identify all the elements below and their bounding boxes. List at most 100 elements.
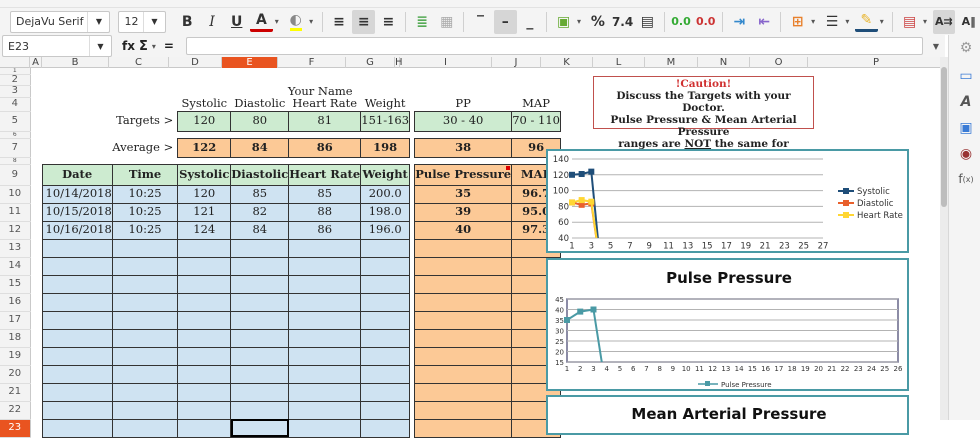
font-size-combo[interactable]: 12 ▼ bbox=[118, 10, 166, 33]
cell-d6[interactable] bbox=[178, 131, 231, 138]
chevron-down-icon[interactable]: ▼ bbox=[142, 11, 165, 32]
average-value[interactable]: 86 bbox=[288, 137, 362, 158]
empty-log-cell[interactable] bbox=[177, 238, 232, 258]
column-header-n[interactable]: N bbox=[698, 57, 750, 68]
cell-c3[interactable] bbox=[112, 86, 177, 98]
empty-log-cell[interactable] bbox=[177, 274, 232, 294]
chevron-down-icon[interactable]: ▼ bbox=[87, 11, 109, 32]
cell-b4[interactable] bbox=[42, 97, 112, 111]
empty-log-cell[interactable] bbox=[414, 274, 513, 294]
cell-g8[interactable] bbox=[361, 157, 410, 164]
average-value[interactable]: 84 bbox=[230, 137, 290, 158]
cell-a10[interactable] bbox=[30, 185, 42, 203]
empty-log-cell[interactable] bbox=[41, 274, 113, 294]
underline-button[interactable]: U bbox=[225, 10, 248, 34]
cell-b6[interactable] bbox=[42, 131, 112, 138]
formula-input[interactable] bbox=[185, 37, 923, 55]
empty-log-cell[interactable] bbox=[288, 238, 362, 258]
gallery-icon[interactable]: ▣ bbox=[955, 117, 977, 139]
empty-log-cell[interactable] bbox=[41, 346, 113, 366]
gear-icon[interactable]: ⚙ bbox=[955, 37, 977, 59]
row-header[interactable]: 3 bbox=[0, 85, 31, 98]
log-header[interactable]: Diastolic bbox=[230, 163, 290, 186]
row-header[interactable]: 7 bbox=[0, 138, 31, 158]
empty-log-cell[interactable] bbox=[177, 418, 232, 438]
row-header[interactable]: 16 bbox=[0, 293, 31, 312]
empty-log-cell[interactable] bbox=[111, 238, 179, 258]
empty-log-cell[interactable] bbox=[230, 400, 290, 420]
cell-f8[interactable] bbox=[289, 157, 361, 164]
empty-log-cell[interactable] bbox=[177, 328, 232, 348]
empty-log-cell[interactable] bbox=[41, 418, 113, 438]
empty-log-cell[interactable] bbox=[230, 274, 290, 294]
empty-log-cell[interactable] bbox=[288, 364, 362, 384]
increase-indent-icon[interactable]: ⇥ bbox=[728, 10, 751, 34]
log-header[interactable]: Systolic bbox=[177, 163, 232, 186]
cell-c2[interactable] bbox=[112, 75, 177, 86]
log-header[interactable]: Heart Rate bbox=[288, 163, 362, 186]
cell-a7[interactable] bbox=[30, 138, 42, 157]
empty-log-cell[interactable] bbox=[41, 382, 113, 402]
empty-log-cell[interactable] bbox=[230, 364, 290, 384]
decrease-indent-icon[interactable]: ⇤ bbox=[753, 10, 776, 34]
empty-log-cell[interactable] bbox=[230, 238, 290, 258]
cell-b5[interactable] bbox=[42, 111, 112, 131]
empty-log-cell[interactable] bbox=[414, 346, 513, 366]
log-cell[interactable]: 39 bbox=[414, 202, 513, 222]
empty-log-cell[interactable] bbox=[111, 328, 179, 348]
empty-log-cell[interactable] bbox=[41, 292, 113, 312]
empty-log-cell[interactable] bbox=[41, 310, 113, 330]
cell-a3[interactable] bbox=[30, 86, 42, 98]
empty-log-cell[interactable] bbox=[360, 400, 411, 420]
target-value[interactable]: 151-163 bbox=[360, 110, 411, 132]
cell-a2[interactable] bbox=[30, 75, 42, 86]
chevron-down-icon[interactable]: ▾ bbox=[152, 42, 160, 51]
cell-a14[interactable] bbox=[30, 257, 42, 275]
empty-log-cell[interactable] bbox=[111, 346, 179, 366]
log-cell[interactable]: 82 bbox=[230, 202, 290, 222]
average-value[interactable]: 122 bbox=[177, 137, 232, 158]
log-cell[interactable]: 124 bbox=[177, 220, 232, 240]
row-header[interactable]: 21 bbox=[0, 383, 31, 402]
row-header[interactable]: 19 bbox=[0, 347, 31, 366]
cell-e8[interactable] bbox=[231, 157, 289, 164]
empty-log-cell[interactable] bbox=[414, 328, 513, 348]
cell-b3[interactable] bbox=[42, 86, 112, 98]
add-decimal-button[interactable]: 0.0 bbox=[670, 10, 693, 34]
empty-log-cell[interactable] bbox=[414, 238, 513, 258]
cell-d3[interactable] bbox=[178, 86, 231, 98]
log-cell[interactable]: 40 bbox=[414, 220, 513, 240]
align-right-icon[interactable]: ≡ bbox=[377, 10, 400, 34]
target-value[interactable]: 70 - 110 bbox=[511, 110, 562, 132]
empty-log-cell[interactable] bbox=[414, 364, 513, 384]
row-header[interactable]: 12 bbox=[0, 221, 31, 240]
empty-log-cell[interactable] bbox=[111, 310, 179, 330]
chevron-down-icon[interactable]: ▾ bbox=[309, 17, 317, 26]
target-value[interactable]: 80 bbox=[230, 110, 290, 132]
bold-button[interactable]: B bbox=[176, 10, 199, 34]
row-header[interactable]: 22 bbox=[0, 401, 31, 420]
empty-log-cell[interactable] bbox=[414, 256, 513, 276]
target-value[interactable]: 30 - 40 bbox=[414, 110, 513, 132]
empty-log-cell[interactable] bbox=[288, 328, 362, 348]
cell-j3[interactable] bbox=[512, 86, 561, 98]
cell-a13[interactable] bbox=[30, 239, 42, 257]
cell-a20[interactable] bbox=[30, 365, 42, 383]
empty-log-cell[interactable] bbox=[177, 346, 232, 366]
cell-a12[interactable] bbox=[30, 221, 42, 239]
cell-c4[interactable] bbox=[112, 97, 177, 111]
cell-c8[interactable] bbox=[112, 157, 177, 164]
column-header-p[interactable]: P bbox=[808, 57, 945, 68]
align-middle-icon[interactable]: – bbox=[493, 9, 517, 34]
cell-a6[interactable] bbox=[30, 131, 42, 138]
pulse-pressure-chart[interactable]: Pulse Pressure152025303540451 2 3 4 5 6 7 8 9 10 1… bbox=[546, 258, 909, 391]
vertical-scrollbar[interactable] bbox=[940, 57, 948, 420]
empty-log-cell[interactable] bbox=[414, 292, 513, 312]
empty-log-cell[interactable] bbox=[111, 364, 179, 384]
border-color-icon[interactable]: ✎ bbox=[855, 12, 878, 32]
empty-log-cell[interactable] bbox=[111, 418, 179, 438]
log-cell[interactable]: 86 bbox=[288, 220, 362, 240]
empty-log-cell[interactable] bbox=[230, 292, 290, 312]
cell-a11[interactable] bbox=[30, 203, 42, 221]
empty-log-cell[interactable] bbox=[177, 364, 232, 384]
